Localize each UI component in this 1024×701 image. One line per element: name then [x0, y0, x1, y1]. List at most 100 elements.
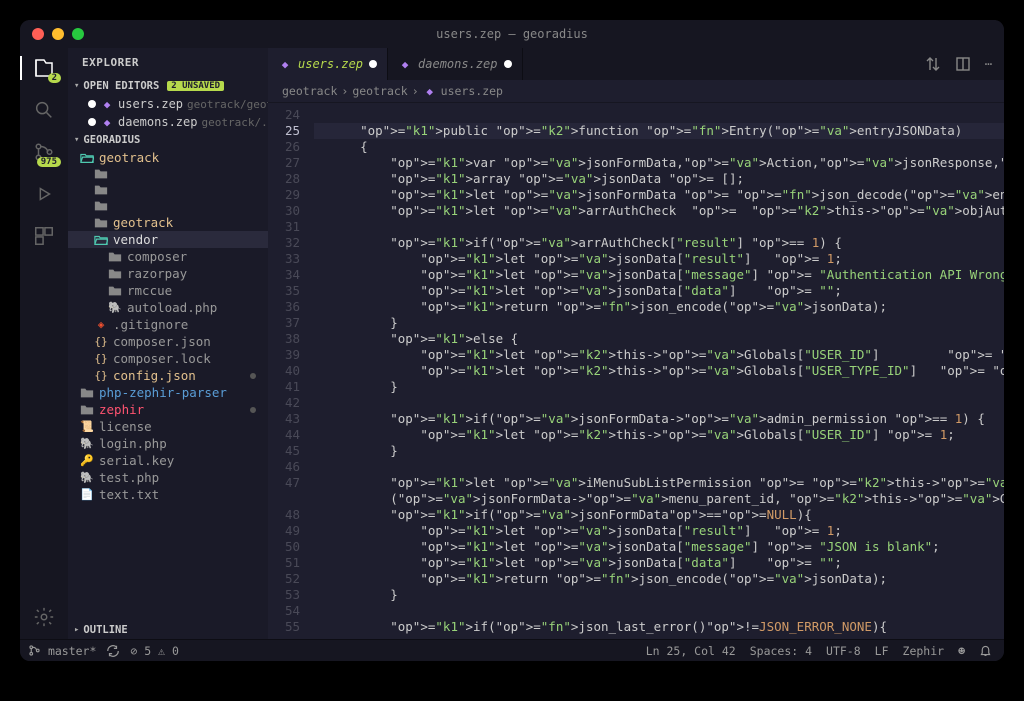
language-mode[interactable]: Zephir	[903, 644, 945, 658]
tree-item-label: .gitignore	[113, 317, 188, 332]
tree-item[interactable]: geotrack	[68, 149, 268, 166]
eol[interactable]: LF	[875, 644, 889, 658]
tree-item-label: composer.json	[113, 334, 211, 349]
cert-icon: 📜	[80, 420, 94, 434]
tree-item[interactable]	[68, 182, 268, 198]
open-editor-item[interactable]: ◆ users.zep geotrack/geot...	[68, 95, 268, 113]
warning-count: 0	[172, 644, 179, 658]
php-icon: 🐘	[108, 301, 122, 315]
tree-item[interactable]: {}config.json	[68, 367, 268, 384]
tree-item[interactable]: ◈ .gitignore	[68, 316, 268, 333]
close-window-button[interactable]	[32, 28, 44, 40]
zep-icon: ◆	[100, 97, 114, 111]
open-editors-label: OPEN EDITORS	[83, 80, 159, 92]
zep-icon: ◆	[398, 57, 412, 71]
tab-bar: ◆ users.zep ◆ daemons.zep ⋯	[268, 48, 1004, 80]
settings-icon[interactable]	[32, 605, 56, 629]
folder-icon	[108, 267, 122, 281]
code-editor[interactable]: "op">="k1">public "op">="k2">function "o…	[314, 103, 1004, 639]
outline-header[interactable]: ▸ OUTLINE	[68, 621, 268, 639]
folder-icon	[94, 216, 108, 230]
tree-item-label: test.php	[99, 470, 159, 485]
tree-item[interactable]: 📜license	[68, 418, 268, 435]
tree-item[interactable]: 📄text.txt	[68, 486, 268, 503]
bell-icon[interactable]	[979, 644, 992, 657]
split-icon[interactable]	[955, 56, 971, 72]
open-editors-header[interactable]: ▾ OPEN EDITORS 2 UNSAVED	[68, 77, 268, 95]
sidebar: EXPLORER ▾ OPEN EDITORS 2 UNSAVED ◆ user…	[68, 48, 268, 639]
tab-modified-icon[interactable]	[504, 60, 512, 68]
tab[interactable]: ◆ users.zep	[268, 48, 388, 80]
explorer-badge: 2	[48, 73, 61, 83]
tree-item[interactable]: {}composer.json	[68, 333, 268, 350]
tree-item[interactable]: php-zephir-parser	[68, 384, 268, 401]
feedback-icon[interactable]: ☻	[958, 644, 965, 658]
breadcrumb-1[interactable]: geotrack	[352, 84, 407, 98]
tree-item[interactable]: 🔑serial.key	[68, 452, 268, 469]
line-gutter: 2425262728293031323334353637383940414243…	[268, 103, 314, 639]
git-branch[interactable]: master*	[28, 644, 96, 658]
explorer-icon[interactable]: 2	[32, 56, 56, 80]
tree-item-label: config.json	[113, 368, 196, 383]
php-icon: 🐘	[80, 437, 94, 451]
open-editor-item[interactable]: ◆ daemons.zep geotrack/...	[68, 113, 268, 131]
tab-modified-icon[interactable]	[369, 60, 377, 68]
scm-badge: 975	[37, 157, 61, 167]
tree-item[interactable]: vendor	[68, 231, 268, 248]
indent-setting[interactable]: Spaces: 4	[750, 644, 812, 658]
modified-indicator	[250, 407, 256, 413]
open-editor-path: geotrack/geot...	[187, 98, 268, 111]
folder-icon	[108, 250, 122, 264]
git-icon: ◈	[94, 318, 108, 332]
json-icon: {}	[94, 352, 108, 366]
tree-item[interactable]: 🐘 login.php	[68, 435, 268, 452]
folder-icon	[108, 284, 122, 298]
breadcrumb[interactable]: geotrack › geotrack › ◆ users.zep	[268, 80, 1004, 103]
tree-item[interactable]	[68, 166, 268, 182]
problems[interactable]: ⊘ 5 ⚠ 0	[130, 644, 179, 658]
tree-item[interactable]: geotrack	[68, 214, 268, 231]
tree-item[interactable]: rmccue	[68, 282, 268, 299]
tree-item-label: razorpay	[127, 266, 187, 281]
workspace-header[interactable]: ▾ GEORADIUS	[68, 131, 268, 149]
tree-item-label: login.php	[99, 436, 167, 451]
window-title: users.zep — georadius	[436, 27, 588, 41]
minimize-window-button[interactable]	[52, 28, 64, 40]
debug-icon[interactable]	[32, 182, 56, 206]
more-icon[interactable]: ⋯	[985, 57, 992, 71]
zep-icon: ◆	[423, 84, 437, 98]
breadcrumb-2[interactable]: users.zep	[441, 84, 503, 98]
tab[interactable]: ◆ daemons.zep	[388, 48, 522, 80]
modified-dot-icon	[88, 100, 96, 108]
open-editor-name: users.zep	[118, 97, 183, 111]
tree-item[interactable]: composer	[68, 248, 268, 265]
workspace-label: GEORADIUS	[83, 134, 140, 146]
tree-item[interactable]: {}composer.lock	[68, 350, 268, 367]
tree-item[interactable]: zephir	[68, 401, 268, 418]
error-count: 5	[144, 644, 151, 658]
encoding[interactable]: UTF-8	[826, 644, 861, 658]
tree-item[interactable]	[68, 198, 268, 214]
tree-item[interactable]: 🐘 test.php	[68, 469, 268, 486]
branch-label: master*	[48, 644, 96, 658]
tree-item-label: autoload.php	[127, 300, 217, 315]
tab-label: users.zep	[298, 57, 363, 71]
zep-icon: ◆	[100, 115, 114, 129]
breadcrumb-0[interactable]: geotrack	[282, 84, 337, 98]
tree-item-label: rmccue	[127, 283, 172, 298]
tree-item[interactable]: 🐘 autoload.php	[68, 299, 268, 316]
search-icon[interactable]	[32, 98, 56, 122]
file-tree: geotrackgeotrackvendorcomposerrazorpayrm…	[68, 149, 268, 621]
tree-item-label: text.txt	[99, 487, 159, 502]
php-icon: 🐘	[80, 471, 94, 485]
open-editor-path: geotrack/...	[201, 116, 268, 129]
folder-icon	[94, 199, 108, 213]
cursor-position[interactable]: Ln 25, Col 42	[646, 644, 736, 658]
folder-icon	[80, 386, 94, 400]
extensions-icon[interactable]	[32, 224, 56, 248]
compare-icon[interactable]	[925, 56, 941, 72]
tree-item[interactable]: razorpay	[68, 265, 268, 282]
scm-icon[interactable]: 975	[32, 140, 56, 164]
sync-icon[interactable]	[106, 644, 120, 658]
maximize-window-button[interactable]	[72, 28, 84, 40]
